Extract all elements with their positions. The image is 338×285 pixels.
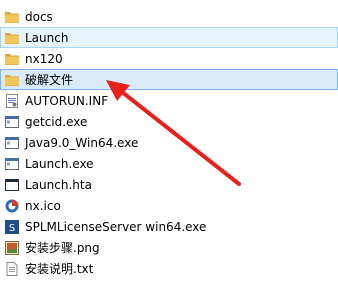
file-name: 破解文件 xyxy=(25,72,74,87)
file-row-nx120[interactable]: nx120 xyxy=(0,48,338,69)
text-file-icon xyxy=(4,261,20,277)
file-row-nx-ico[interactable]: nx.ico xyxy=(0,195,338,216)
file-list: docs Launch nx120 破解文件 AUTORUN.INF getci… xyxy=(0,6,338,279)
folder-icon xyxy=(4,30,20,46)
file-name: Launch xyxy=(25,30,69,45)
svg-text:S: S xyxy=(9,223,15,234)
file-name: 安装步骤.png xyxy=(25,240,100,255)
file-row-install-notes-txt[interactable]: 安装说明.txt xyxy=(0,258,338,279)
file-name: SPLMLicenseServer win64.exe xyxy=(25,219,207,234)
file-row-splm-server[interactable]: S SPLMLicenseServer win64.exe xyxy=(0,216,338,237)
file-row-launch-folder[interactable]: Launch xyxy=(0,27,338,48)
file-name: 安装说明.txt xyxy=(25,261,94,276)
file-row-crack-files[interactable]: 破解文件 xyxy=(0,69,338,90)
file-row-java[interactable]: Java9.0_Win64.exe xyxy=(0,132,338,153)
exe-icon xyxy=(4,135,20,151)
file-row-launch-exe[interactable]: Launch.exe xyxy=(0,153,338,174)
folder-icon xyxy=(4,72,20,88)
installer-icon: S xyxy=(4,219,20,235)
file-row-autorun[interactable]: AUTORUN.INF xyxy=(0,90,338,111)
file-name: AUTORUN.INF xyxy=(25,93,109,108)
file-name: nx120 xyxy=(25,51,63,66)
folder-icon xyxy=(4,51,20,67)
nx-ico-icon xyxy=(4,198,20,214)
file-name: Launch.hta xyxy=(25,177,92,192)
file-row-install-steps-png[interactable]: 安装步骤.png xyxy=(0,237,338,258)
file-name: docs xyxy=(25,9,53,24)
folder-icon xyxy=(4,9,20,25)
exe-icon xyxy=(4,114,20,130)
exe-icon xyxy=(4,156,20,172)
file-name: nx.ico xyxy=(25,198,61,213)
settings-file-icon xyxy=(4,93,20,109)
file-row-launch-hta[interactable]: Launch.hta xyxy=(0,174,338,195)
file-row-docs[interactable]: docs xyxy=(0,6,338,27)
file-name: Java9.0_Win64.exe xyxy=(25,135,139,150)
file-row-getcid[interactable]: getcid.exe xyxy=(0,111,338,132)
file-name: Launch.exe xyxy=(25,156,94,171)
hta-icon xyxy=(4,177,20,193)
file-name: getcid.exe xyxy=(25,114,88,129)
image-file-icon xyxy=(4,240,20,256)
